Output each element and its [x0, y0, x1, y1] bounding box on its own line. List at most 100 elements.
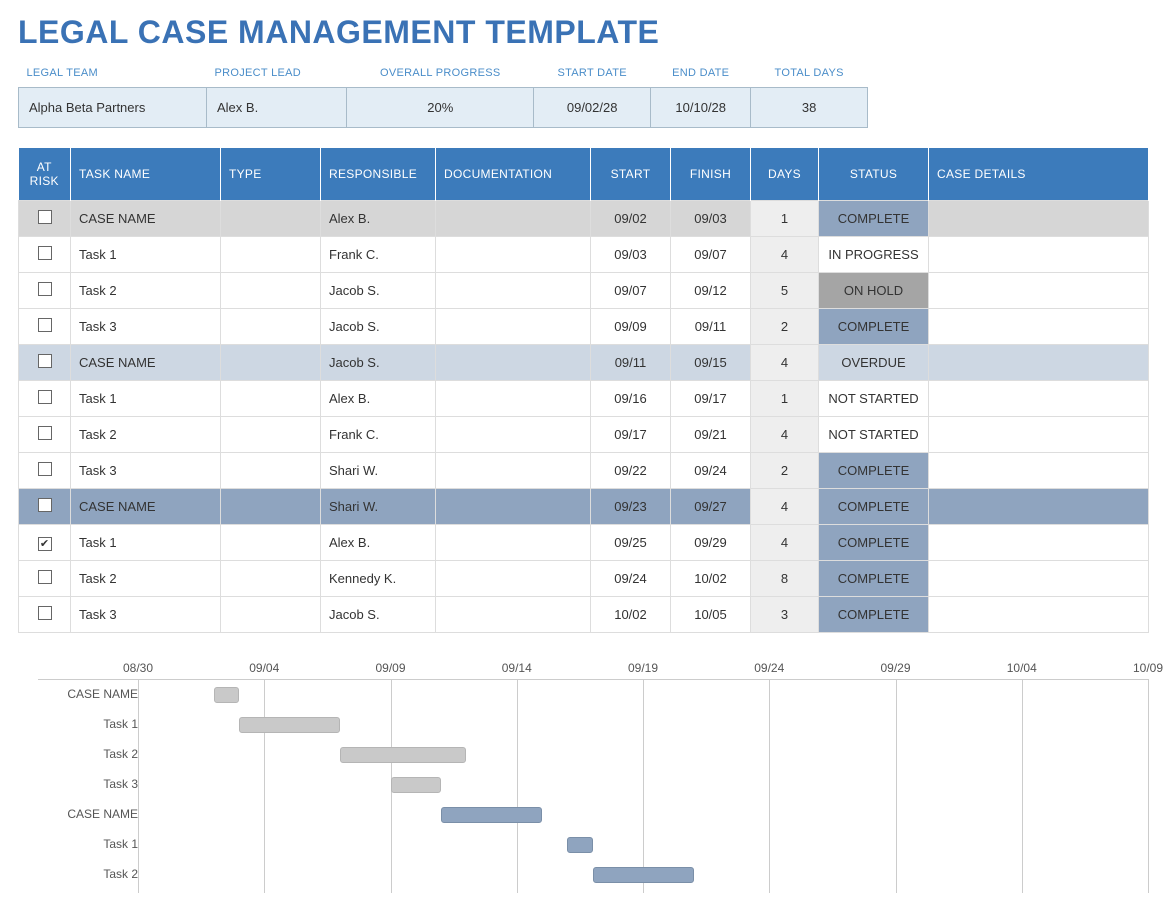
summary-end[interactable]: 10/10/28 [651, 88, 751, 128]
checkbox-icon[interactable] [38, 426, 52, 440]
details-cell[interactable] [929, 489, 1149, 525]
start-cell[interactable]: 09/25 [591, 525, 671, 561]
status-cell[interactable]: COMPLETE [819, 201, 929, 237]
resp-cell[interactable]: Frank C. [321, 237, 436, 273]
finish-cell[interactable]: 09/21 [671, 417, 751, 453]
resp-cell[interactable]: Jacob S. [321, 309, 436, 345]
start-cell[interactable]: 09/16 [591, 381, 671, 417]
summary-start[interactable]: 09/02/28 [534, 88, 651, 128]
days-cell[interactable]: 4 [751, 237, 819, 273]
type-cell[interactable] [221, 453, 321, 489]
days-cell[interactable]: 4 [751, 345, 819, 381]
resp-cell[interactable]: Alex B. [321, 201, 436, 237]
name-cell[interactable]: Task 1 [71, 237, 221, 273]
days-cell[interactable]: 3 [751, 597, 819, 633]
doc-cell[interactable] [436, 237, 591, 273]
status-cell[interactable]: IN PROGRESS [819, 237, 929, 273]
status-cell[interactable]: COMPLETE [819, 597, 929, 633]
type-cell[interactable] [221, 201, 321, 237]
days-cell[interactable]: 4 [751, 525, 819, 561]
status-cell[interactable]: ON HOLD [819, 273, 929, 309]
summary-lead[interactable]: Alex B. [207, 88, 347, 128]
details-cell[interactable] [929, 417, 1149, 453]
checkbox-icon[interactable] [38, 570, 52, 584]
atrisk-cell[interactable] [19, 561, 71, 597]
finish-cell[interactable]: 10/02 [671, 561, 751, 597]
status-cell[interactable]: COMPLETE [819, 453, 929, 489]
doc-cell[interactable] [436, 561, 591, 597]
atrisk-cell[interactable]: ✔ [19, 525, 71, 561]
status-cell[interactable]: OVERDUE [819, 345, 929, 381]
status-cell[interactable]: NOT STARTED [819, 381, 929, 417]
days-cell[interactable]: 1 [751, 381, 819, 417]
name-cell[interactable]: Task 2 [71, 417, 221, 453]
name-cell[interactable]: CASE NAME [71, 345, 221, 381]
finish-cell[interactable]: 09/07 [671, 237, 751, 273]
checkbox-icon[interactable]: ✔ [38, 537, 52, 551]
checkbox-icon[interactable] [38, 498, 52, 512]
start-cell[interactable]: 09/17 [591, 417, 671, 453]
atrisk-cell[interactable] [19, 597, 71, 633]
status-cell[interactable]: COMPLETE [819, 489, 929, 525]
atrisk-cell[interactable] [19, 381, 71, 417]
name-cell[interactable]: Task 2 [71, 273, 221, 309]
summary-days[interactable]: 38 [751, 88, 868, 128]
type-cell[interactable] [221, 597, 321, 633]
details-cell[interactable] [929, 525, 1149, 561]
name-cell[interactable]: CASE NAME [71, 201, 221, 237]
type-cell[interactable] [221, 417, 321, 453]
finish-cell[interactable]: 09/27 [671, 489, 751, 525]
name-cell[interactable]: Task 1 [71, 525, 221, 561]
status-cell[interactable]: COMPLETE [819, 525, 929, 561]
details-cell[interactable] [929, 561, 1149, 597]
details-cell[interactable] [929, 453, 1149, 489]
days-cell[interactable]: 1 [751, 201, 819, 237]
days-cell[interactable]: 5 [751, 273, 819, 309]
atrisk-cell[interactable] [19, 309, 71, 345]
finish-cell[interactable]: 09/24 [671, 453, 751, 489]
doc-cell[interactable] [436, 345, 591, 381]
start-cell[interactable]: 09/02 [591, 201, 671, 237]
start-cell[interactable]: 09/23 [591, 489, 671, 525]
atrisk-cell[interactable] [19, 273, 71, 309]
finish-cell[interactable]: 09/11 [671, 309, 751, 345]
days-cell[interactable]: 8 [751, 561, 819, 597]
doc-cell[interactable] [436, 201, 591, 237]
checkbox-icon[interactable] [38, 390, 52, 404]
days-cell[interactable]: 2 [751, 309, 819, 345]
status-cell[interactable]: COMPLETE [819, 309, 929, 345]
resp-cell[interactable]: Alex B. [321, 525, 436, 561]
summary-team[interactable]: Alpha Beta Partners [19, 88, 207, 128]
resp-cell[interactable]: Frank C. [321, 417, 436, 453]
name-cell[interactable]: Task 3 [71, 309, 221, 345]
details-cell[interactable] [929, 597, 1149, 633]
type-cell[interactable] [221, 345, 321, 381]
atrisk-cell[interactable] [19, 201, 71, 237]
finish-cell[interactable]: 09/29 [671, 525, 751, 561]
atrisk-cell[interactable] [19, 237, 71, 273]
atrisk-cell[interactable] [19, 417, 71, 453]
start-cell[interactable]: 09/24 [591, 561, 671, 597]
details-cell[interactable] [929, 345, 1149, 381]
doc-cell[interactable] [436, 453, 591, 489]
checkbox-icon[interactable] [38, 462, 52, 476]
checkbox-icon[interactable] [38, 246, 52, 260]
finish-cell[interactable]: 09/17 [671, 381, 751, 417]
doc-cell[interactable] [436, 417, 591, 453]
atrisk-cell[interactable] [19, 489, 71, 525]
days-cell[interactable]: 4 [751, 489, 819, 525]
name-cell[interactable]: Task 2 [71, 561, 221, 597]
start-cell[interactable]: 09/07 [591, 273, 671, 309]
resp-cell[interactable]: Jacob S. [321, 273, 436, 309]
start-cell[interactable]: 09/22 [591, 453, 671, 489]
checkbox-icon[interactable] [38, 354, 52, 368]
type-cell[interactable] [221, 309, 321, 345]
status-cell[interactable]: NOT STARTED [819, 417, 929, 453]
type-cell[interactable] [221, 525, 321, 561]
resp-cell[interactable]: Shari W. [321, 453, 436, 489]
checkbox-icon[interactable] [38, 318, 52, 332]
name-cell[interactable]: CASE NAME [71, 489, 221, 525]
start-cell[interactable]: 09/03 [591, 237, 671, 273]
checkbox-icon[interactable] [38, 282, 52, 296]
resp-cell[interactable]: Kennedy K. [321, 561, 436, 597]
